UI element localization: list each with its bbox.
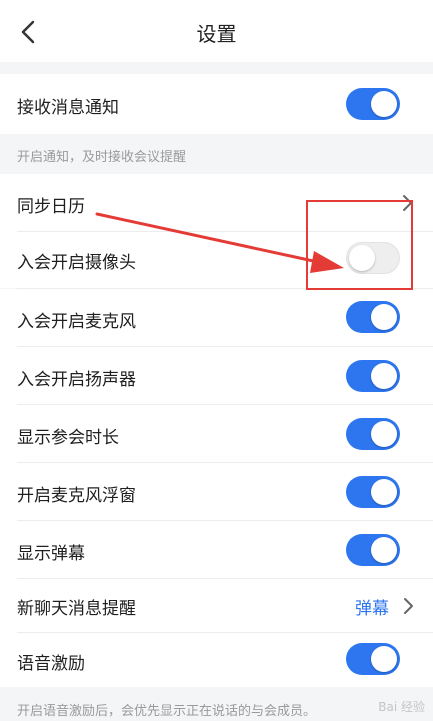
annotation-arrow xyxy=(95,212,344,273)
watermark: Bai 经验 xyxy=(378,700,425,714)
